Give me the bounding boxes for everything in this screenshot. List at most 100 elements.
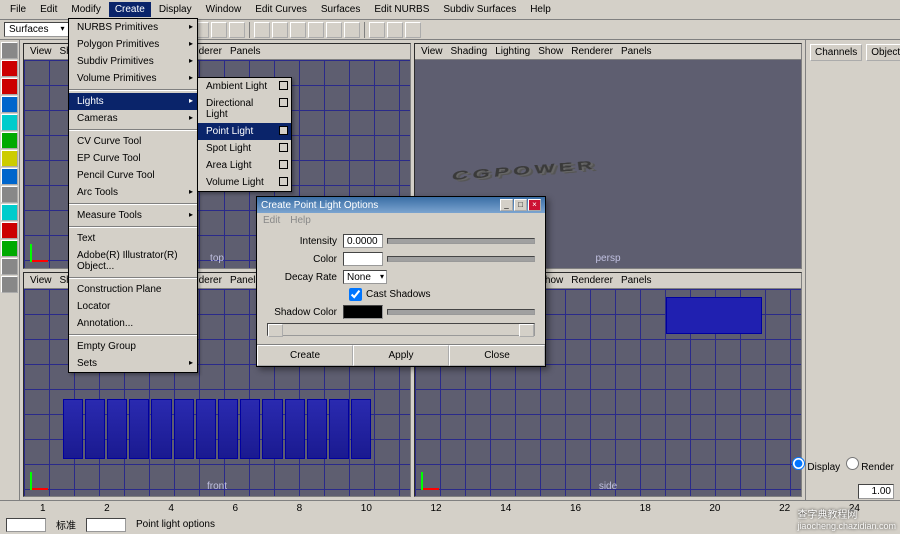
maximize-button[interactable]: □ (514, 199, 527, 211)
minimize-button[interactable]: _ (500, 199, 513, 211)
viewport-label: side (599, 481, 617, 492)
option-box-icon[interactable] (279, 98, 288, 107)
menu-item-nurbs-primitives[interactable]: NURBS Primitives (69, 19, 197, 36)
menu-item-lights[interactable]: Lights (69, 93, 197, 110)
vp-menu-panels[interactable]: Panels (230, 46, 261, 57)
submenu-item-volume-light[interactable]: Volume Light (198, 174, 291, 191)
close-button[interactable]: × (528, 199, 541, 211)
menu-item-adobe-r-illustrator-r-object-[interactable]: Adobe(R) Illustrator(R) Object... (69, 247, 197, 275)
dialog-menu-help[interactable]: Help (290, 215, 311, 226)
intensity-field[interactable]: 0.0000 (343, 234, 383, 248)
rotate-tool-icon[interactable] (1, 96, 18, 113)
vp-menu-panels[interactable]: Panels (621, 46, 652, 57)
option-box-icon[interactable] (279, 160, 288, 169)
menu-edit curves[interactable]: Edit Curves (249, 2, 313, 17)
menu-item-polygon-primitives[interactable]: Polygon Primitives (69, 36, 197, 53)
last-tool-icon[interactable] (1, 150, 18, 167)
chinese-label: 标准 (56, 517, 76, 532)
lasso-tool-icon[interactable] (1, 60, 18, 77)
shadow-color-swatch[interactable] (343, 305, 383, 319)
submenu-item-directional-light[interactable]: Directional Light (198, 95, 291, 123)
scale-tool-icon[interactable] (1, 114, 18, 131)
viewport-label: front (207, 481, 227, 492)
intensity-slider[interactable] (387, 238, 535, 244)
vp-menu-renderer[interactable]: Renderer (571, 46, 613, 57)
menu-subdiv surfaces[interactable]: Subdiv Surfaces (437, 2, 522, 17)
time-slider[interactable]: 124681012141618202224 (0, 501, 900, 515)
option-box-icon[interactable] (279, 126, 288, 135)
color-slider[interactable] (387, 256, 535, 262)
submenu-item-spot-light[interactable]: Spot Light (198, 140, 291, 157)
menu-item-empty-group[interactable]: Empty Group (69, 338, 197, 355)
menu-item-subdiv-primitives[interactable]: Subdiv Primitives (69, 53, 197, 70)
menu-item-ep-curve-tool[interactable]: EP Curve Tool (69, 150, 197, 167)
radio-display[interactable]: Display (792, 457, 840, 473)
vp-menu-shading[interactable]: Shading (451, 46, 488, 57)
lights-submenu: Ambient LightDirectional LightPoint Ligh… (197, 77, 292, 192)
tab-channels[interactable]: Channels (810, 44, 862, 61)
menu-create[interactable]: Create (109, 2, 151, 17)
menu-edit nurbs[interactable]: Edit NURBS (368, 2, 435, 17)
menu-edit[interactable]: Edit (34, 2, 63, 17)
intensity-label: Intensity (267, 236, 343, 247)
vp-menu-show[interactable]: Show (538, 46, 563, 57)
dialog-menu: Edit Help (257, 213, 545, 228)
menu-item-measure-tools[interactable]: Measure Tools (69, 207, 197, 224)
watermark: 查字典教程网 jiaocheng.chazidian.com (797, 506, 896, 531)
menu-item-locator[interactable]: Locator (69, 298, 197, 315)
dialog-menu-edit[interactable]: Edit (263, 215, 280, 226)
menu-display[interactable]: Display (153, 2, 198, 17)
color-swatch[interactable] (343, 252, 383, 266)
vp-menu-view[interactable]: View (421, 46, 443, 57)
menu-item-arc-tools[interactable]: Arc Tools (69, 184, 197, 201)
apply-button[interactable]: Apply (353, 345, 449, 366)
submenu-item-area-light[interactable]: Area Light (198, 157, 291, 174)
move-tool-icon[interactable] (1, 78, 18, 95)
wireframe-geometry (63, 399, 372, 459)
tab-object[interactable]: Object (866, 44, 900, 61)
end-frame-field[interactable]: 1.00 (858, 484, 894, 499)
menu-item-pencil-curve-tool[interactable]: Pencil Curve Tool (69, 167, 197, 184)
show-manip-icon[interactable] (1, 132, 18, 149)
close-dialog-button[interactable]: Close (449, 345, 545, 366)
menu-item-cameras[interactable]: Cameras (69, 110, 197, 127)
vp-menu-view[interactable]: View (30, 275, 52, 286)
option-box-icon[interactable] (279, 143, 288, 152)
single-pane-icon[interactable] (1, 258, 18, 275)
toolbox (0, 40, 20, 500)
shelf-selector[interactable]: Surfaces (4, 22, 69, 37)
dialog-title-bar[interactable]: Create Point Light Options _ □ × (257, 197, 545, 213)
vp-menu-view[interactable]: View (30, 46, 52, 57)
decay-rate-label: Decay Rate (267, 272, 343, 283)
menu-file[interactable]: File (4, 2, 32, 17)
menu-item-annotation-[interactable]: Annotation... (69, 315, 197, 332)
vp-menu-lighting[interactable]: Lighting (495, 46, 530, 57)
menu-window[interactable]: Window (200, 2, 248, 17)
four-pane-icon[interactable] (1, 276, 18, 293)
menu-item-text[interactable]: Text (69, 230, 197, 247)
menu-help[interactable]: Help (524, 2, 557, 17)
shadow-color-label: Shadow Color (267, 307, 343, 318)
dialog-scrollbar[interactable] (267, 323, 535, 336)
create-button[interactable]: Create (257, 345, 353, 366)
shadow-color-slider[interactable] (387, 309, 535, 315)
axis-gizmo-icon (421, 466, 445, 490)
decay-rate-combo[interactable]: None (343, 270, 387, 284)
cast-shadows-checkbox[interactable] (349, 288, 362, 301)
option-box-icon[interactable] (279, 177, 288, 186)
menu-item-construction-plane[interactable]: Construction Plane (69, 281, 197, 298)
submenu-item-point-light[interactable]: Point Light (198, 123, 291, 140)
menu-modify[interactable]: Modify (65, 2, 106, 17)
submenu-item-ambient-light[interactable]: Ambient Light (198, 78, 291, 95)
radio-render[interactable]: Render (846, 457, 894, 473)
viewport-label: persp (595, 253, 620, 264)
vp-menu-panels[interactable]: Panels (621, 275, 652, 286)
menu-surfaces[interactable]: Surfaces (315, 2, 366, 17)
menu-item-sets[interactable]: Sets (69, 355, 197, 372)
viewport-menu[interactable]: View Shading Lighting Show Renderer Panels (415, 44, 801, 60)
menu-item-cv-curve-tool[interactable]: CV Curve Tool (69, 133, 197, 150)
vp-menu-renderer[interactable]: Renderer (571, 275, 613, 286)
menu-item-volume-primitives[interactable]: Volume Primitives (69, 70, 197, 87)
option-box-icon[interactable] (279, 81, 288, 90)
select-tool-icon[interactable] (1, 42, 18, 59)
